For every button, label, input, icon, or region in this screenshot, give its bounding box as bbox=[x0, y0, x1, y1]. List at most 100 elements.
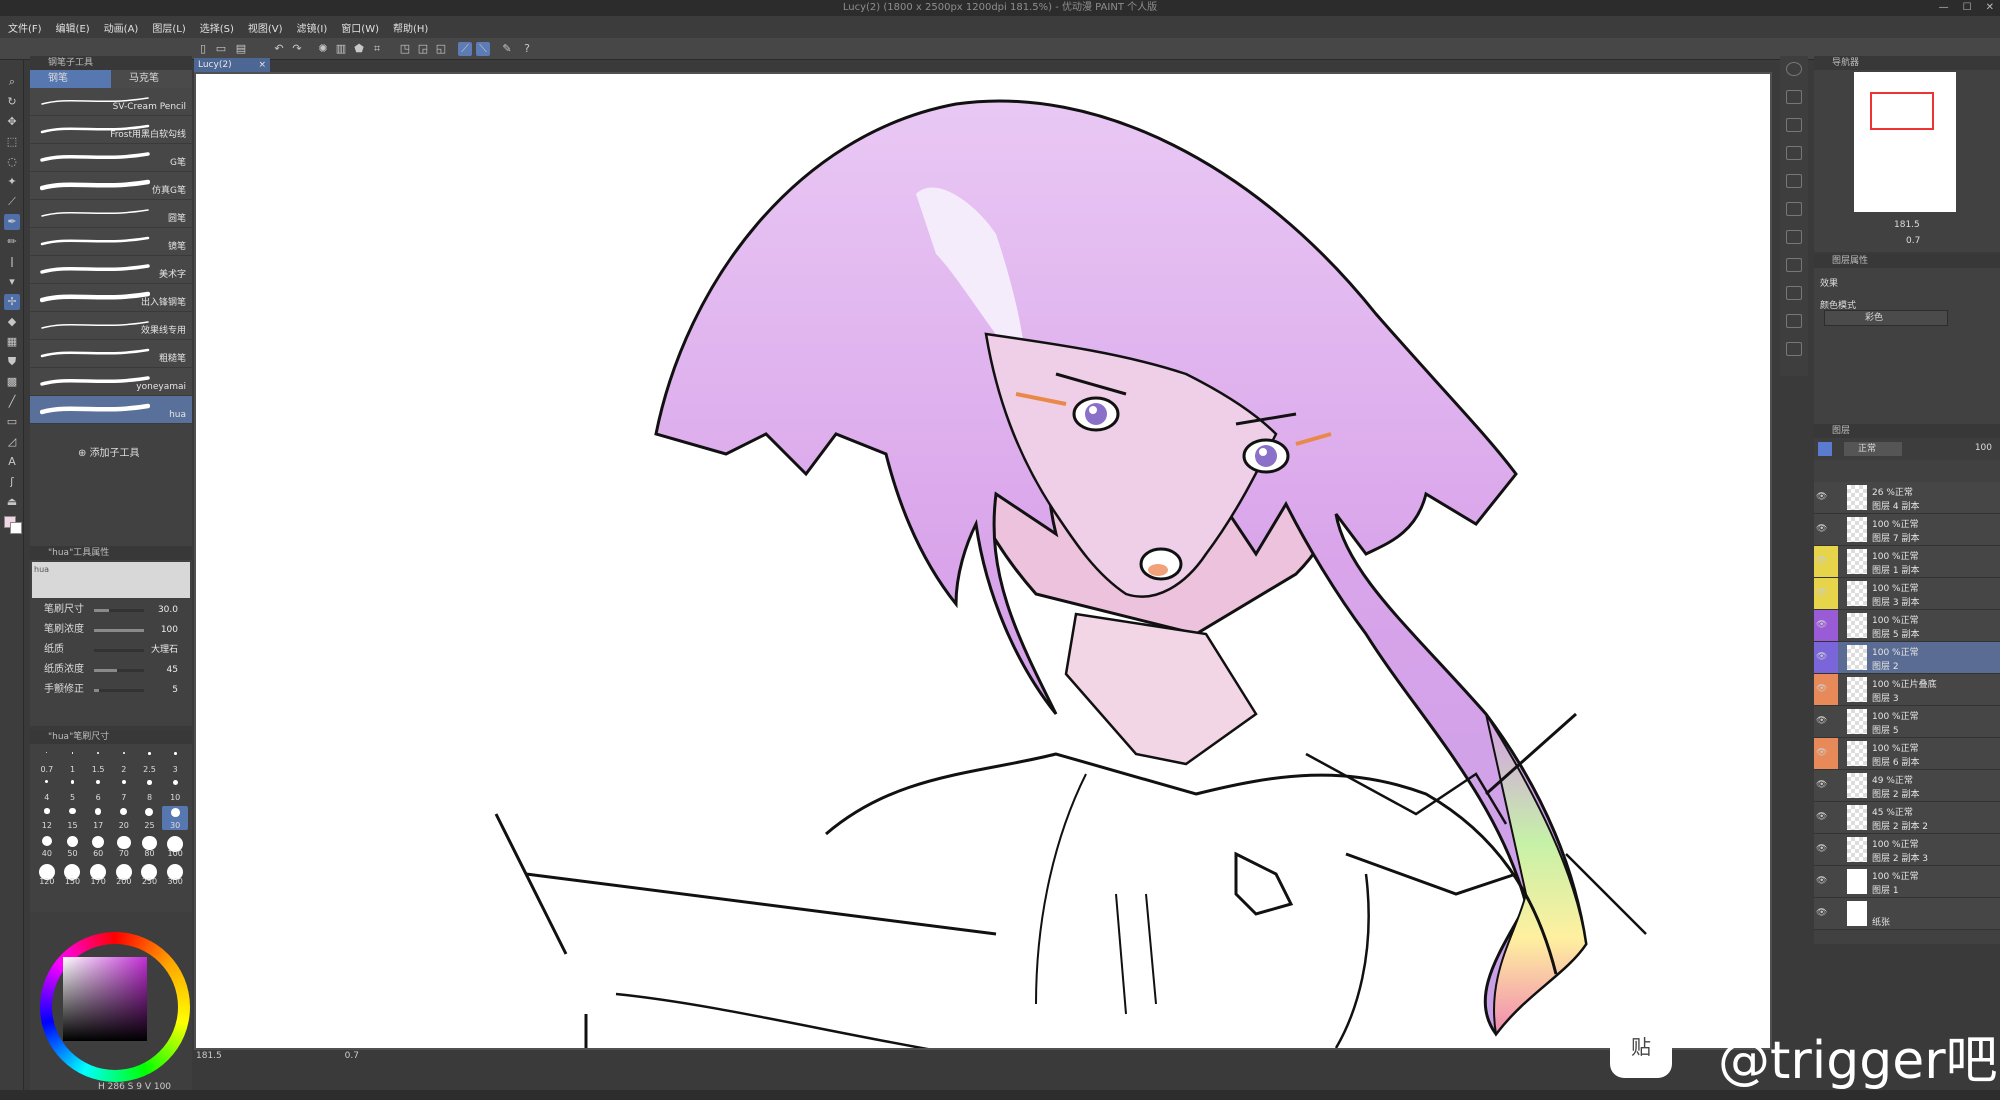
brush-size-option[interactable]: 17 bbox=[85, 806, 111, 830]
brush-size-option[interactable]: 0.7 bbox=[34, 750, 60, 774]
brush-size-option[interactable]: 80 bbox=[137, 834, 163, 858]
layer-row[interactable]: 👁 26 %正常 图层 4 副本 bbox=[1814, 482, 2000, 514]
navigator-angle[interactable]: 0.7 bbox=[1906, 236, 1920, 246]
property-value[interactable]: 5 bbox=[172, 680, 178, 700]
brush-size-option[interactable]: 3 bbox=[162, 750, 188, 774]
property-value[interactable]: 30.0 bbox=[158, 600, 178, 620]
close-icon[interactable]: ✕ bbox=[1986, 0, 1994, 16]
rotate-tool-icon[interactable]: ↻ bbox=[4, 94, 20, 110]
property-value[interactable]: 45 bbox=[167, 660, 178, 680]
snap-ruler-icon[interactable]: ⟋ bbox=[458, 42, 472, 56]
brush-size-option[interactable]: 4 bbox=[34, 778, 60, 802]
zoom-tool-icon[interactable]: ⌕ bbox=[4, 74, 20, 90]
eraser-icon[interactable]: ◆ bbox=[4, 314, 20, 330]
brush-size-option[interactable]: 30 bbox=[162, 806, 188, 830]
brush-size-option[interactable]: 25 bbox=[137, 806, 163, 830]
drawing-canvas[interactable] bbox=[196, 74, 1770, 1048]
balloon-icon[interactable]: ʃ bbox=[4, 474, 20, 490]
brush-item[interactable]: 仿真G笔 bbox=[30, 172, 192, 200]
eye-icon[interactable]: 👁 bbox=[1816, 652, 1827, 662]
brush-item[interactable]: hua bbox=[30, 396, 192, 424]
property-row[interactable]: 笔刷尺寸 30.0 bbox=[30, 600, 192, 620]
save-icon[interactable]: ▤ bbox=[234, 42, 248, 56]
fill-icon[interactable]: ▥ bbox=[334, 42, 348, 56]
property-value[interactable]: 大理石 bbox=[151, 640, 178, 660]
sub-color-swatch[interactable] bbox=[10, 522, 22, 534]
panel-2-icon[interactable] bbox=[1786, 118, 1802, 132]
eye-icon[interactable]: 👁 bbox=[1816, 908, 1827, 918]
layer-row[interactable]: 👁 100 %正常 图层 6 副本 bbox=[1814, 738, 2000, 770]
eye-icon[interactable]: 👁 bbox=[1816, 588, 1827, 598]
airbrush-icon[interactable]: ▾ bbox=[4, 274, 20, 290]
text-tool-icon[interactable]: A bbox=[4, 454, 20, 470]
panel-4-icon[interactable] bbox=[1786, 174, 1802, 188]
ruler-icon[interactable]: ◿ bbox=[4, 434, 20, 450]
eye-icon[interactable]: 👁 bbox=[1816, 780, 1827, 790]
eye-icon[interactable]: 👁 bbox=[1816, 684, 1827, 694]
eye-icon[interactable]: 👁 bbox=[1816, 812, 1827, 822]
brush-size-option[interactable]: 200 bbox=[111, 862, 137, 886]
brush-item[interactable]: 镜笔 bbox=[30, 228, 192, 256]
pen-tool-icon[interactable]: ✒ bbox=[4, 214, 20, 230]
brush-size-option[interactable]: 1.5 bbox=[85, 750, 111, 774]
brush-size-option[interactable]: 6 bbox=[85, 778, 111, 802]
menu-item[interactable]: 图层(L) bbox=[152, 20, 185, 35]
selection-icon[interactable]: ⬚ bbox=[4, 134, 20, 150]
panel-10-icon[interactable] bbox=[1786, 342, 1802, 356]
eye-icon[interactable]: 👁 bbox=[1816, 492, 1827, 502]
minimize-icon[interactable]: — bbox=[1939, 0, 1949, 16]
menu-item[interactable]: 动画(A) bbox=[104, 20, 139, 35]
angle-readout[interactable]: 0.7 bbox=[345, 1051, 359, 1061]
menu-item[interactable]: 帮助(H) bbox=[393, 20, 428, 35]
select-icon[interactable]: ◳ bbox=[398, 42, 412, 56]
bucket-icon[interactable]: ⛊ bbox=[4, 354, 20, 370]
brush-size-option[interactable]: 10 bbox=[162, 778, 188, 802]
subtool-tab[interactable]: 马克笔 bbox=[111, 70, 192, 88]
brush-item[interactable]: 效果线专用 bbox=[30, 312, 192, 340]
snap-grid-icon[interactable]: ⟍ bbox=[476, 42, 490, 56]
property-slider[interactable] bbox=[94, 629, 144, 632]
eye-icon[interactable]: 👁 bbox=[1816, 748, 1827, 758]
panel-8-icon[interactable] bbox=[1786, 286, 1802, 300]
brush-item[interactable]: 出入锋钢笔 bbox=[30, 284, 192, 312]
brush-size-option[interactable]: 250 bbox=[137, 862, 163, 886]
menu-item[interactable]: 滤镜(I) bbox=[297, 20, 328, 35]
menu-item[interactable]: 编辑(E) bbox=[56, 20, 90, 35]
saturation-value-box[interactable] bbox=[63, 957, 147, 1041]
brush-size-option[interactable]: 20 bbox=[111, 806, 137, 830]
property-row[interactable]: 笔刷浓度 100 bbox=[30, 620, 192, 640]
property-slider[interactable] bbox=[94, 609, 144, 612]
layer-row[interactable]: 👁 100 %正常 图层 5 bbox=[1814, 706, 2000, 738]
move-layer-icon[interactable]: ✥ bbox=[4, 114, 20, 130]
layer-row[interactable]: 👁 100 %正常 图层 7 副本 bbox=[1814, 514, 2000, 546]
redo-icon[interactable]: ↷ bbox=[290, 42, 304, 56]
brush-item[interactable]: 圆笔 bbox=[30, 200, 192, 228]
clear-icon[interactable]: ✺ bbox=[316, 42, 330, 56]
layer-row[interactable]: 👁 纸张 bbox=[1814, 898, 2000, 930]
transform-icon[interactable]: ⬟ bbox=[352, 42, 366, 56]
brush-size-option[interactable]: 8 bbox=[137, 778, 163, 802]
menu-item[interactable]: 选择(S) bbox=[200, 20, 234, 35]
panel-7-icon[interactable] bbox=[1786, 258, 1802, 272]
eye-icon[interactable]: 👁 bbox=[1816, 716, 1827, 726]
eye-icon[interactable]: 👁 bbox=[1816, 556, 1827, 566]
eye-icon[interactable]: 👁 bbox=[1816, 620, 1827, 630]
brush-item[interactable]: Frost用黑白软勾线 bbox=[30, 116, 192, 144]
brush-size-option[interactable]: 60 bbox=[85, 834, 111, 858]
pencil-tool-icon[interactable]: ✏ bbox=[4, 234, 20, 250]
search-icon[interactable] bbox=[1786, 62, 1802, 76]
brush-item[interactable]: SV-Cream Pencil bbox=[30, 88, 192, 116]
undo-icon[interactable]: ↶ bbox=[272, 42, 286, 56]
property-slider[interactable] bbox=[94, 649, 144, 652]
fill-tool-icon[interactable]: ▦ bbox=[4, 334, 20, 350]
brush-size-option[interactable]: 7 bbox=[111, 778, 137, 802]
document-tab[interactable]: Lucy(2) × bbox=[194, 58, 270, 72]
layer-color-icon[interactable] bbox=[1818, 442, 1832, 456]
menu-item[interactable]: 窗口(W) bbox=[341, 20, 379, 35]
close-tab-icon[interactable]: × bbox=[258, 58, 270, 72]
layer-row[interactable]: 👁 100 %正常 图层 5 副本 bbox=[1814, 610, 2000, 642]
color-mode-select[interactable]: 彩色 bbox=[1824, 310, 1948, 326]
property-slider[interactable] bbox=[94, 689, 144, 692]
panel-6-icon[interactable] bbox=[1786, 230, 1802, 244]
property-row[interactable]: 纸质浓度 45 bbox=[30, 660, 192, 680]
